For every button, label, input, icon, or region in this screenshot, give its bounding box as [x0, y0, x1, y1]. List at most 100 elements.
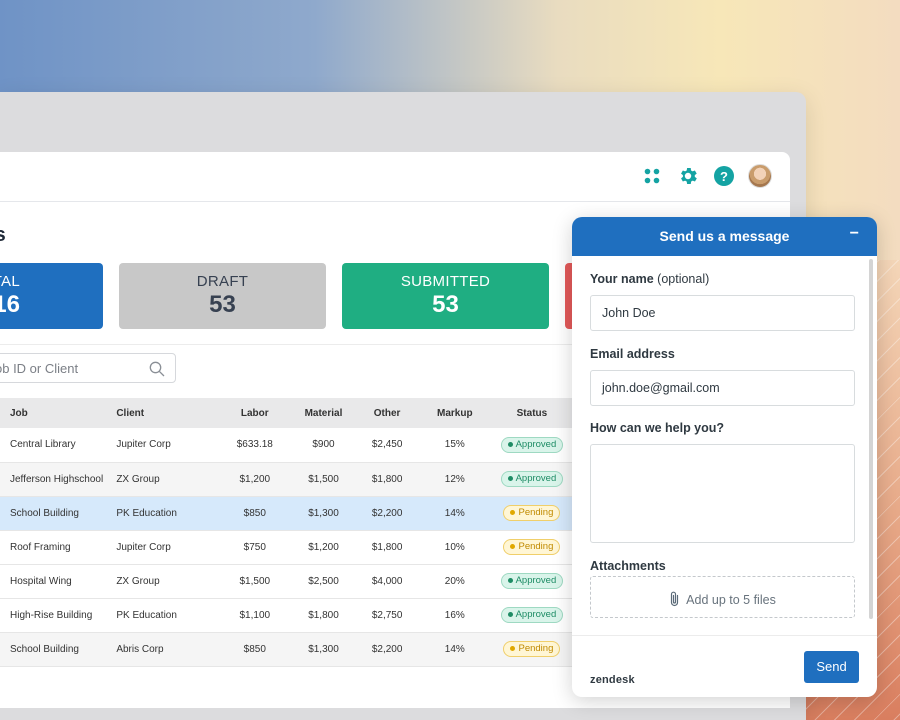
widget-title: Send us a message: [659, 228, 790, 244]
message-textarea[interactable]: [590, 444, 855, 543]
cell-other: $2,750: [371, 609, 403, 621]
status-dot-icon: [510, 543, 516, 549]
status-badge: Pending: [503, 505, 561, 521]
cell-markup: 14%: [444, 643, 465, 655]
table-row[interactable]: Jefferson Highschool ZX Group $1,200 $1,500…: [0, 462, 600, 496]
cell-client: PK Education: [116, 507, 177, 519]
cell-status: Approved: [494, 462, 569, 496]
status-text: Approved: [515, 609, 557, 620]
stat-card-total[interactable]: TAL 16: [0, 263, 103, 329]
cell-markup: 14%: [444, 507, 465, 519]
col-other[interactable]: Other: [359, 398, 416, 428]
name-label-text: Your name: [590, 272, 654, 286]
status-dot-icon: [507, 577, 513, 583]
search-input[interactable]: ob ID or Client: [0, 353, 176, 383]
cell-labor: $1,100: [239, 609, 271, 621]
stat-label: TAL: [0, 273, 20, 290]
status-text: Pending: [518, 507, 554, 518]
apps-grid-icon[interactable]: [640, 164, 664, 188]
search-icon[interactable]: [149, 361, 165, 377]
cell-status: Approved: [494, 564, 569, 598]
cell-job: School Building: [10, 507, 79, 519]
table-row[interactable]: School Building PK Education $850 $1,300 $2,…: [0, 496, 600, 530]
cell-status: Pending: [494, 496, 569, 530]
col-markup[interactable]: Markup: [415, 398, 494, 428]
send-button[interactable]: Send: [804, 651, 859, 683]
cell-job: Central Library: [10, 439, 76, 451]
cell-other: $4,000: [371, 575, 403, 587]
cell-job: Jefferson Highschool: [10, 473, 104, 485]
attachments-hint: Add up to 5 files: [686, 592, 776, 607]
cell-material: $1,300: [308, 507, 339, 519]
search-placeholder: ob ID or Client: [0, 361, 79, 376]
stat-value: 53: [432, 291, 459, 318]
cell-status: Approved: [494, 428, 569, 462]
cell-markup: 15%: [444, 439, 465, 451]
status-badge: Approved: [500, 471, 564, 487]
col-job[interactable]: Job: [0, 398, 110, 428]
widget-footer: zendesk Send: [572, 635, 877, 697]
table-row[interactable]: Central Library Jupiter Corp $633.18 $900 $2…: [0, 428, 600, 462]
email-field[interactable]: john.doe@gmail.com: [590, 370, 855, 406]
widget-scrollbar[interactable]: [869, 259, 873, 619]
status-dot-icon: [507, 475, 513, 481]
cell-material: $1,300: [308, 643, 339, 655]
status-badge: Approved: [500, 607, 564, 623]
cell-material: $1,800: [308, 609, 339, 621]
avatar[interactable]: [748, 164, 772, 188]
cell-labor: $750: [243, 541, 266, 553]
help-icon[interactable]: ?: [712, 164, 736, 188]
status-text: Pending: [518, 643, 554, 654]
col-material[interactable]: Material: [288, 398, 359, 428]
cell-client: Jupiter Corp: [116, 541, 171, 553]
cell-client: ZX Group: [116, 575, 160, 587]
col-status[interactable]: Status: [494, 398, 569, 428]
cell-client: PK Education: [116, 609, 177, 621]
email-label: Email address: [590, 347, 675, 361]
cell-material: $1,200: [308, 541, 339, 553]
cell-job: Hospital Wing: [10, 575, 72, 587]
cell-client: Abris Corp: [116, 643, 164, 655]
cell-other: $2,450: [371, 439, 403, 451]
cell-labor: $633.18: [236, 439, 273, 451]
stat-label: DRAFT: [196, 273, 249, 290]
stat-card-draft[interactable]: DRAFT 53: [119, 263, 326, 329]
attachments-label: Attachments: [590, 559, 666, 573]
cell-job: Roof Framing: [10, 541, 71, 553]
status-text: Approved: [515, 438, 557, 450]
name-field[interactable]: John Doe: [590, 295, 855, 331]
page-title: ts: [0, 224, 6, 246]
status-dot-icon: [507, 611, 513, 617]
table-row[interactable]: High-Rise Building PK Education $1,100 $1,8…: [0, 598, 600, 632]
col-labor[interactable]: Labor: [221, 398, 288, 428]
gear-icon[interactable]: [676, 164, 700, 188]
cell-other: $1,800: [371, 541, 403, 553]
stat-card-submitted[interactable]: SUBMITTED 53: [342, 263, 549, 329]
status-badge: Approved: [500, 436, 564, 453]
attachments-dropzone[interactable]: Add up to 5 files: [590, 576, 855, 618]
cell-client: Jupiter Corp: [116, 439, 171, 451]
cell-markup: 16%: [444, 609, 465, 621]
col-client[interactable]: Client: [110, 398, 221, 428]
cell-other: $1,800: [371, 473, 403, 485]
cell-status: Pending: [494, 530, 569, 564]
cell-labor: $1,500: [239, 575, 271, 587]
status-text: Approved: [515, 473, 557, 484]
table-row[interactable]: School Building Abris Corp $850 $1,300 $2,20…: [0, 632, 600, 666]
cell-markup: 12%: [444, 473, 465, 485]
status-text: Pending: [518, 541, 554, 552]
table-row[interactable]: Roof Framing Jupiter Corp $750 $1,200 $1,800…: [0, 530, 600, 564]
status-badge: Approved: [500, 573, 564, 589]
table-row[interactable]: Hospital Wing ZX Group $1,500 $2,500 $4,000 2…: [0, 564, 600, 598]
cell-status: Approved: [494, 598, 569, 632]
widget-header: Send us a message −: [572, 217, 877, 256]
header-icons: ?: [640, 164, 772, 188]
minimize-icon[interactable]: −: [850, 225, 859, 243]
cell-markup: 10%: [444, 541, 465, 553]
paperclip-icon: [669, 591, 680, 610]
cell-markup: 20%: [444, 575, 465, 587]
zendesk-logo: zendesk: [590, 674, 635, 686]
stat-value: 16: [0, 291, 20, 318]
cell-job: School Building: [10, 643, 79, 655]
status-badge: Pending: [503, 539, 561, 555]
